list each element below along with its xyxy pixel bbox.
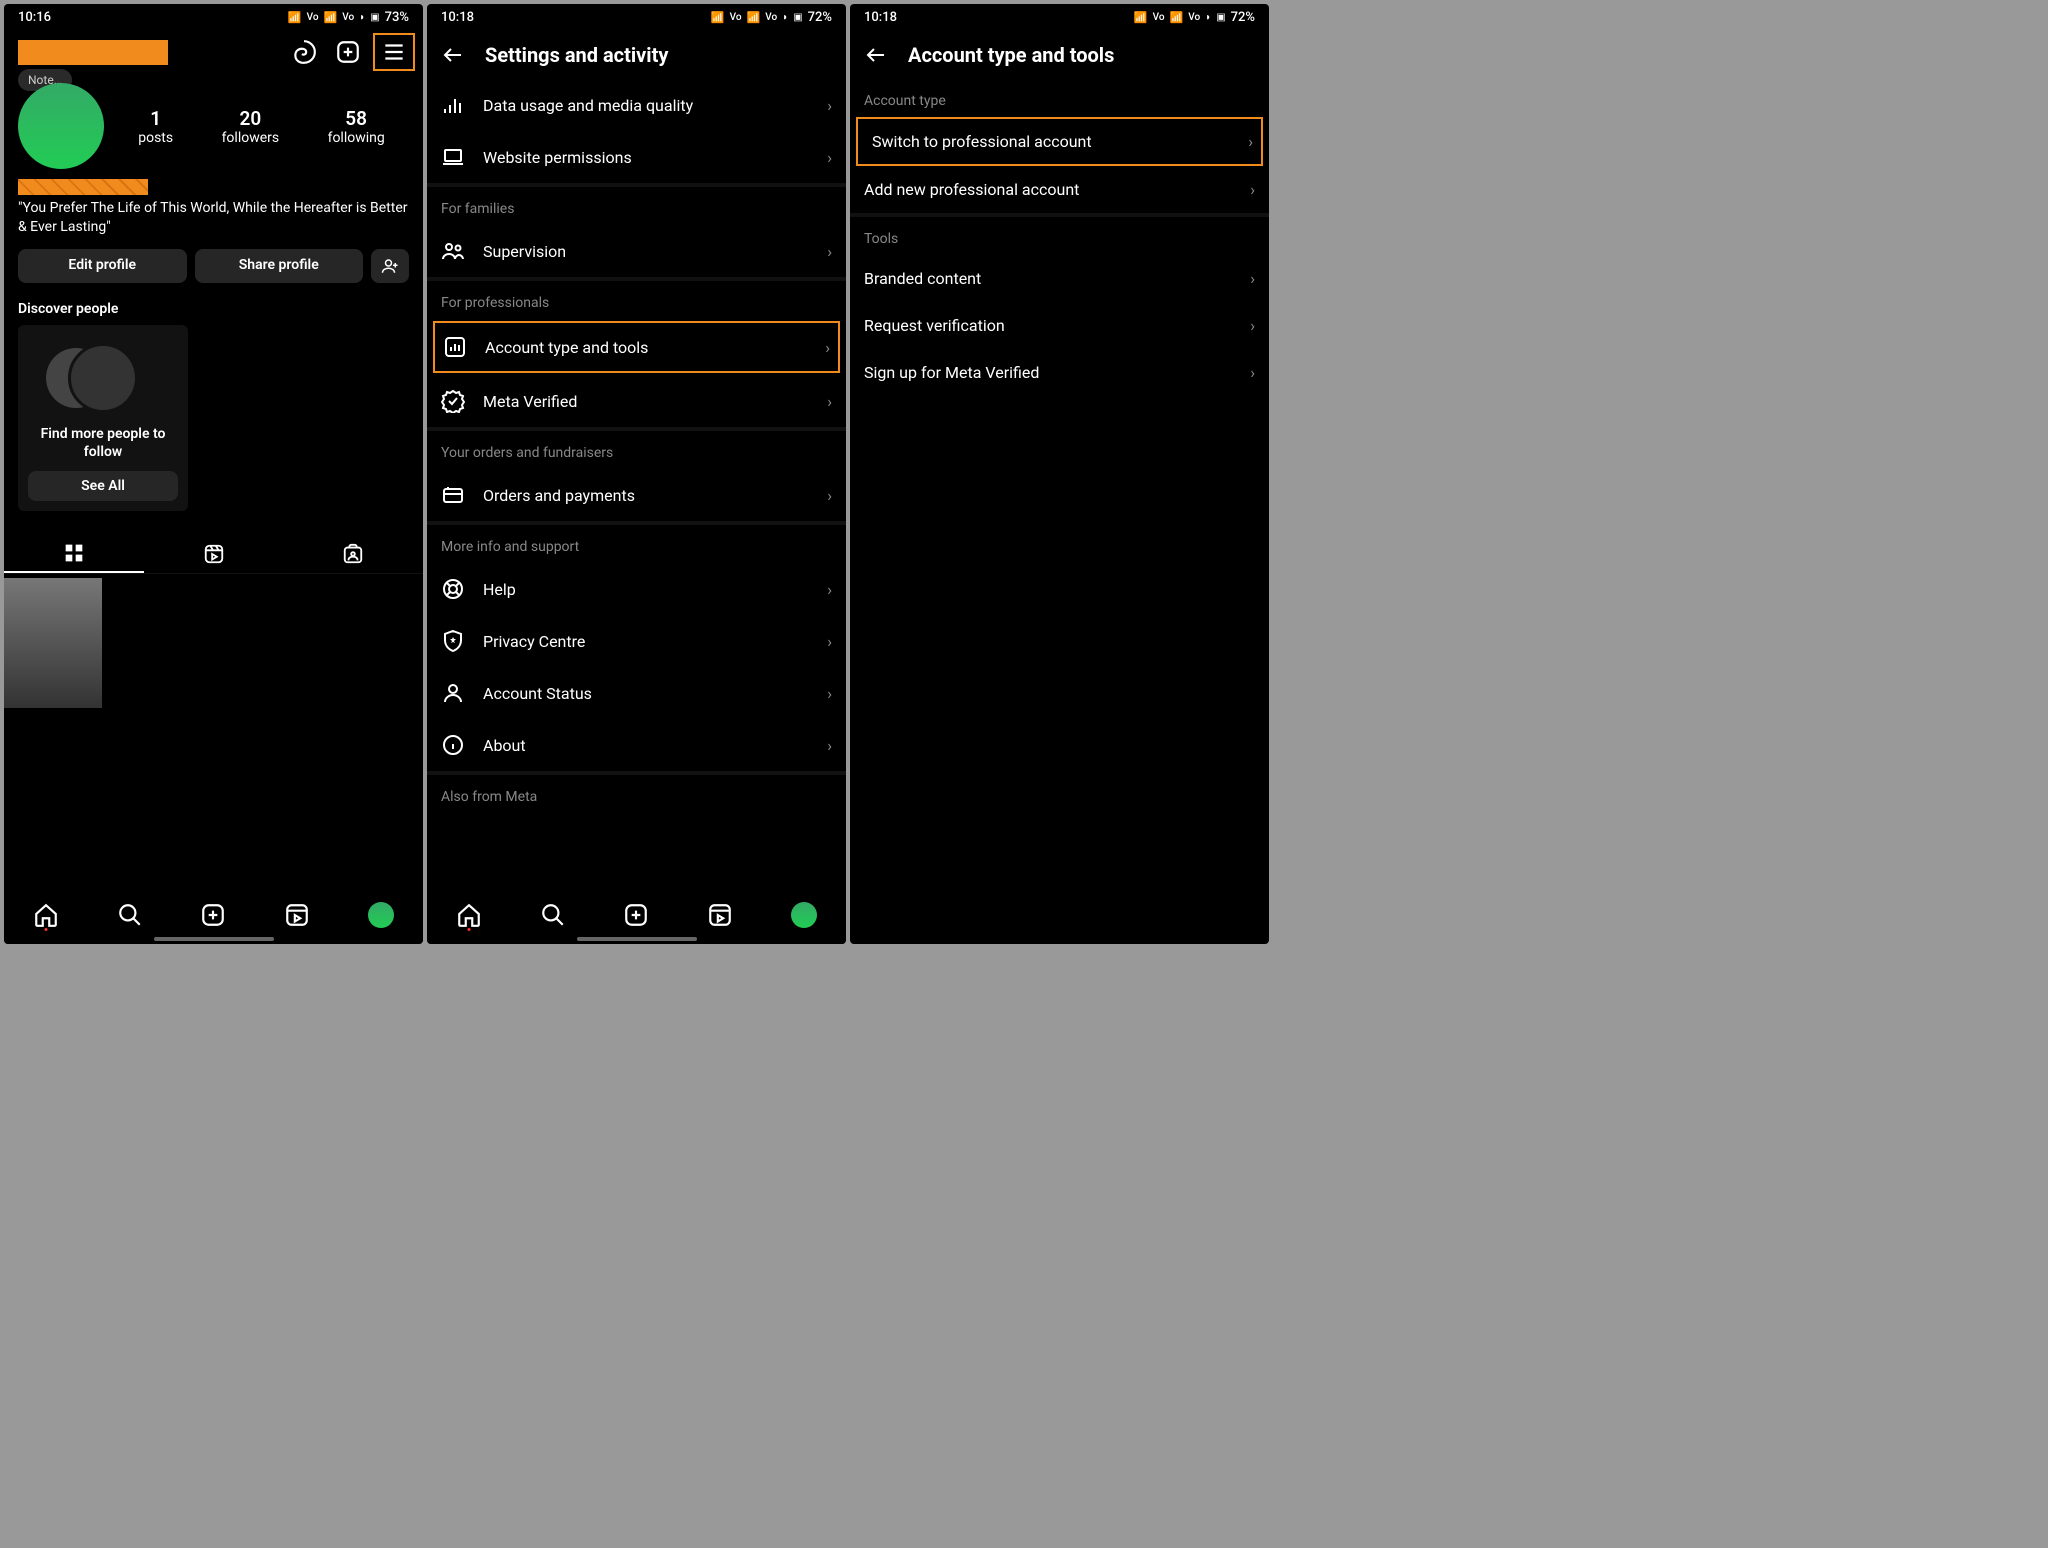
people-icon <box>441 239 465 263</box>
item-request-verification[interactable]: Request verification › <box>850 302 1269 349</box>
item-help[interactable]: Help › <box>427 563 846 615</box>
nav-search-icon[interactable] <box>540 902 566 928</box>
reels-tab[interactable] <box>144 535 284 573</box>
page-title: Settings and activity <box>485 43 668 67</box>
nav-create-icon[interactable] <box>200 902 226 928</box>
nav-reels-icon[interactable] <box>284 902 310 928</box>
item-supervision[interactable]: Supervision › <box>427 225 846 277</box>
tagged-tab[interactable] <box>283 535 423 573</box>
profile-avatar[interactable]: Note… <box>18 83 104 169</box>
chevron-right-icon: › <box>827 96 832 115</box>
verified-icon <box>441 389 465 413</box>
phone-account-type: 10:18 📶Vo 📶Vo ◗▣ 72% Account type and to… <box>850 4 1269 944</box>
item-data-usage[interactable]: Data usage and media quality › <box>427 79 846 131</box>
page-title: Account type and tools <box>908 43 1114 67</box>
phone-settings: 10:18 📶Vo 📶Vo ◗▣ 72% Settings and activi… <box>427 4 846 944</box>
share-profile-button[interactable]: Share profile <box>195 249 364 283</box>
status-bar: 10:16 📶Vo 📶Vo ◗ ▣ 73% <box>4 4 423 29</box>
laptop-icon <box>441 145 465 169</box>
item-meta-verified[interactable]: Meta Verified › <box>427 375 846 427</box>
status-time: 10:16 <box>18 10 51 25</box>
display-name-redacted <box>18 179 148 195</box>
bars-icon <box>441 93 465 117</box>
item-orders[interactable]: Orders and payments › <box>427 469 846 521</box>
post-thumbnail[interactable] <box>4 578 102 708</box>
create-icon[interactable] <box>335 39 361 65</box>
shield-icon <box>441 629 465 653</box>
stat-following[interactable]: 58following <box>328 107 385 146</box>
username-redacted[interactable] <box>18 40 168 65</box>
card-icon <box>441 483 465 507</box>
item-signup-meta-verified[interactable]: Sign up for Meta Verified › <box>850 349 1269 396</box>
item-account-status[interactable]: Account Status › <box>427 667 846 719</box>
discover-card[interactable]: Find more people to follow See All <box>18 325 188 511</box>
stat-posts[interactable]: 1posts <box>138 107 173 146</box>
phone-profile: 10:16 📶Vo 📶Vo ◗ ▣ 73% Note… 1posts <box>4 4 423 944</box>
item-account-type-tools[interactable]: Account type and tools › <box>433 321 840 373</box>
nav-create-icon[interactable] <box>623 902 649 928</box>
info-icon <box>441 733 465 757</box>
discover-header: Discover people <box>4 287 423 325</box>
item-add-professional[interactable]: Add new professional account › <box>850 166 1269 213</box>
nav-profile-icon[interactable] <box>791 902 817 928</box>
nav-home-icon[interactable] <box>33 902 59 928</box>
nav-reels-icon[interactable] <box>707 902 733 928</box>
item-web-permissions[interactable]: Website permissions › <box>427 131 846 183</box>
lifebuoy-icon <box>441 577 465 601</box>
item-branded-content[interactable]: Branded content › <box>850 255 1269 302</box>
chart-icon <box>443 335 467 359</box>
threads-icon[interactable] <box>291 39 317 65</box>
item-about[interactable]: About › <box>427 719 846 771</box>
nav-search-icon[interactable] <box>117 902 143 928</box>
add-friend-button[interactable] <box>371 249 409 283</box>
nav-profile-icon[interactable] <box>368 902 394 928</box>
stat-followers[interactable]: 20followers <box>222 107 280 146</box>
person-icon <box>441 681 465 705</box>
battery-icon: ▣ <box>370 12 379 23</box>
nav-home-icon[interactable] <box>456 902 482 928</box>
back-button[interactable] <box>441 43 465 67</box>
bio-text: "You Prefer The Life of This World, Whil… <box>18 199 409 237</box>
item-privacy[interactable]: Privacy Centre › <box>427 615 846 667</box>
see-all-button[interactable]: See All <box>28 471 178 501</box>
battery-pct: 73% <box>385 10 409 25</box>
hamburger-highlight <box>373 33 415 71</box>
back-button[interactable] <box>864 43 888 67</box>
hamburger-icon[interactable] <box>381 39 407 65</box>
edit-profile-button[interactable]: Edit profile <box>18 249 187 283</box>
grid-tab[interactable] <box>4 535 144 573</box>
item-switch-professional[interactable]: Switch to professional account › <box>856 117 1263 166</box>
